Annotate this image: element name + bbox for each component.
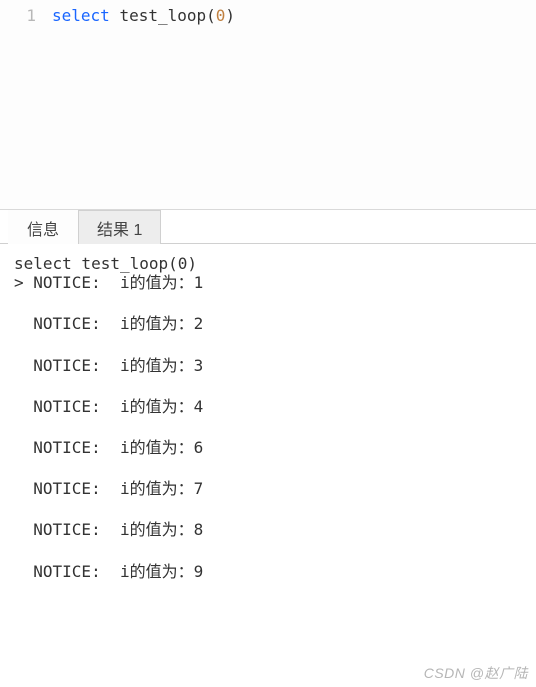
keyword-select: select (52, 6, 110, 25)
watermark: CSDN @赵广陆 (424, 663, 528, 683)
paren-open: ( (206, 6, 216, 25)
output-echo-line: select test_loop(0) (14, 254, 522, 273)
output-notice-line: NOTICE: i的值为：9 (14, 562, 522, 581)
tab-results-1-label: 结果 1 (97, 216, 142, 240)
output-panel[interactable]: select test_loop(0)> NOTICE: i的值为：1 NOTI… (0, 244, 536, 595)
output-notice-line: NOTICE: i的值为：6 (14, 438, 522, 457)
paren-close: ) (225, 6, 235, 25)
sql-editor-panel[interactable]: 1 select test_loop(0) (0, 0, 536, 210)
line-gutter: 1 (0, 6, 52, 209)
output-notice-line: NOTICE: i的值为：4 (14, 397, 522, 416)
output-notice-line: NOTICE: i的值为：2 (14, 314, 522, 333)
line-number-1: 1 (0, 6, 36, 25)
sql-code[interactable]: select test_loop(0) (52, 6, 536, 209)
tab-info[interactable]: 信息 (8, 210, 78, 244)
output-notice-line: NOTICE: i的值为：7 (14, 479, 522, 498)
output-notice-line: NOTICE: i的值为：8 (14, 520, 522, 539)
arg-literal: 0 (216, 6, 226, 25)
results-tab-bar: 信息 结果 1 (0, 210, 536, 244)
function-name: test_loop (119, 6, 206, 25)
tab-results-1[interactable]: 结果 1 (78, 210, 161, 244)
output-notice-line: > NOTICE: i的值为：1 (14, 273, 522, 292)
output-notice-line: NOTICE: i的值为：3 (14, 356, 522, 375)
tab-info-label: 信息 (27, 216, 59, 240)
